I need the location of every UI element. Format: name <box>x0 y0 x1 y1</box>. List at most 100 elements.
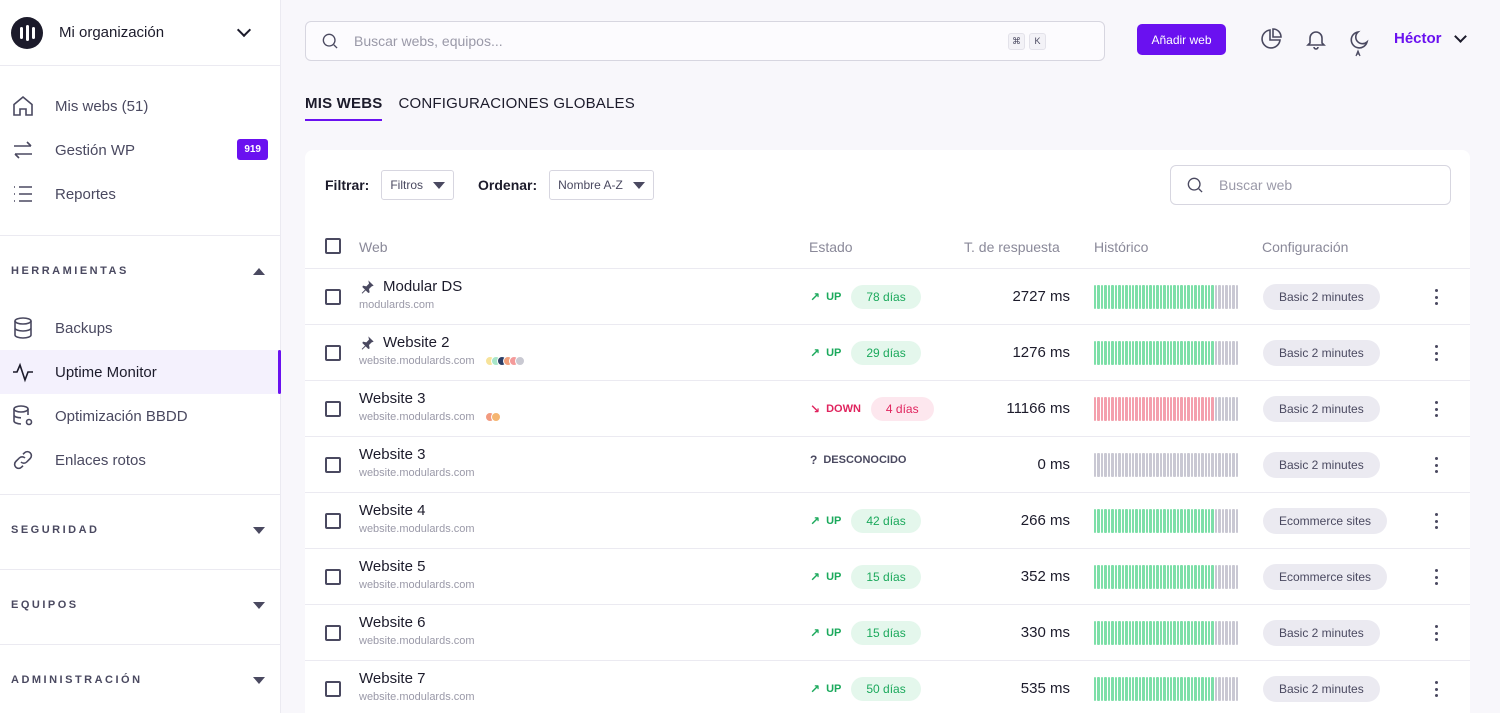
section-header-herramientas[interactable]: HERRAMIENTAS <box>0 236 280 306</box>
web-name[interactable]: Website 3 <box>359 446 425 463</box>
web-url-text: website.modulards.com <box>359 467 475 479</box>
status-label: UP <box>826 627 842 639</box>
team-avatars <box>484 356 525 366</box>
web-name[interactable]: Website 2 <box>359 334 449 351</box>
config-badge[interactable]: Basic 2 minutes <box>1263 676 1380 702</box>
sidebar-item-reportes[interactable]: Reportes <box>0 172 280 216</box>
web-url: website.modulards.com <box>359 355 525 367</box>
sidebar-item-optimizacion-bbdd[interactable]: Optimización BBDD <box>0 394 280 438</box>
web-search-input[interactable] <box>1219 177 1400 193</box>
config-badge[interactable]: Basic 2 minutes <box>1263 452 1380 478</box>
row-checkbox[interactable] <box>325 681 341 697</box>
status-label: UP <box>826 683 842 695</box>
more-options-icon[interactable] <box>1431 401 1441 417</box>
order-select-value: Nombre A-Z <box>558 178 623 192</box>
row-checkbox[interactable] <box>325 457 341 473</box>
history-bars <box>1094 677 1239 701</box>
config-badge[interactable]: Basic 2 minutes <box>1263 620 1380 646</box>
status-badge: ↗ UP 15 días <box>810 621 921 645</box>
more-options-icon[interactable] <box>1431 513 1441 529</box>
header-configuracion[interactable]: Configuración <box>1262 239 1348 255</box>
pin-icon[interactable] <box>359 279 375 295</box>
web-name[interactable]: Website 5 <box>359 558 425 575</box>
table-row[interactable]: Website 6 website.modulards.com ↗ UP 15 días… <box>305 605 1470 661</box>
chevron-down-icon[interactable] <box>236 22 252 38</box>
more-options-icon[interactable] <box>1431 345 1441 361</box>
web-name[interactable]: Website 3 <box>359 390 425 407</box>
table-row[interactable]: Website 7 website.modulards.com ↗ UP 50 días… <box>305 661 1470 713</box>
sidebar-item-enlaces-rotos[interactable]: Enlaces rotos <box>0 438 280 482</box>
section-header-seguridad[interactable]: SEGURIDAD <box>0 495 280 565</box>
web-search[interactable] <box>1170 165 1451 205</box>
table-row[interactable]: Website 3 website.modulards.com? DESCONOCI… <box>305 437 1470 493</box>
config-badge[interactable]: Basic 2 minutes <box>1263 340 1380 366</box>
web-name[interactable]: Website 6 <box>359 614 425 631</box>
org-name: Mi organización <box>59 24 165 41</box>
table-row[interactable]: Website 5 website.modulards.com ↗ UP 15 días… <box>305 549 1470 605</box>
web-url-text: website.modulards.com <box>359 411 475 423</box>
pin-icon[interactable] <box>359 335 375 351</box>
filter-bar: Filtrar: Filtros Ordenar: Nombre A-Z <box>325 170 654 200</box>
header-estado[interactable]: Estado <box>809 239 853 255</box>
administracion-section: ADMINISTRACIÓN <box>0 645 280 713</box>
tab-mis-webs[interactable]: MIS WEBS <box>305 95 383 121</box>
row-checkbox[interactable] <box>325 569 341 585</box>
tab-configuraciones-globales[interactable]: CONFIGURACIONES GLOBALES <box>398 95 635 121</box>
sidebar-item-uptime-monitor[interactable]: Uptime Monitor <box>0 350 281 394</box>
row-checkbox[interactable] <box>325 513 341 529</box>
web-name[interactable]: Modular DS <box>359 278 462 295</box>
select-all-checkbox[interactable] <box>325 238 341 254</box>
seguridad-section: SEGURIDAD <box>0 495 280 570</box>
row-checkbox[interactable] <box>325 345 341 361</box>
web-url-text: website.modulards.com <box>359 635 475 647</box>
more-options-icon[interactable] <box>1431 289 1441 305</box>
more-options-icon[interactable] <box>1431 569 1441 585</box>
org-logo <box>11 16 43 49</box>
order-select[interactable]: Nombre A-Z <box>549 170 654 200</box>
sidebar-item-mis-webs[interactable]: Mis webs (51) <box>0 84 280 128</box>
global-search-input[interactable] <box>354 33 1004 49</box>
config-badge[interactable]: Ecommerce sites <box>1263 508 1388 534</box>
web-name[interactable]: Website 4 <box>359 502 425 519</box>
more-options-icon[interactable] <box>1431 625 1441 641</box>
sidebar-item-gestion-wp[interactable]: Gestión WP 919 <box>0 128 280 172</box>
table-row[interactable]: Website 3 website.modulards.com ↘ DOWN 4 día… <box>305 381 1470 437</box>
team-avatars <box>484 412 501 422</box>
section-title: HERRAMIENTAS <box>11 265 129 277</box>
more-options-icon[interactable] <box>1431 681 1441 697</box>
sidebar-item-backups[interactable]: Backups <box>0 306 280 350</box>
config-badge[interactable]: Basic 2 minutes <box>1263 284 1380 310</box>
row-checkbox[interactable] <box>325 401 341 417</box>
bell-icon[interactable] <box>1304 27 1328 51</box>
table-row[interactable]: Website 4 website.modulards.com ↗ UP 42 días… <box>305 493 1470 549</box>
header-respuesta[interactable]: T. de respuesta <box>964 239 1060 255</box>
moon-auto-icon[interactable] <box>1348 27 1372 57</box>
table-row[interactable]: Modular DS modulards.com ↗ UP 78 días 2727 ms… <box>305 269 1470 325</box>
filter-select[interactable]: Filtros <box>381 170 455 200</box>
status-badge: ↗ UP 78 días <box>810 285 921 309</box>
global-search[interactable]: ⌘ K <box>305 21 1105 61</box>
row-checkbox[interactable] <box>325 289 341 305</box>
config-badge[interactable]: Ecommerce sites <box>1263 564 1388 590</box>
config-badge[interactable]: Basic 2 minutes <box>1263 396 1380 422</box>
search-icon <box>1187 177 1203 193</box>
status-arrow-icon: ? <box>810 453 818 467</box>
caret-up-icon <box>253 267 265 275</box>
add-web-button[interactable]: Añadir web <box>1137 24 1226 55</box>
response-time: 266 ms <box>1020 512 1070 529</box>
sidebar-item-label: Gestión WP <box>55 141 136 159</box>
org-switcher[interactable]: Mi organización <box>0 0 280 66</box>
table-row[interactable]: Website 2 website.modulards.com ↗ UP 29 días… <box>305 325 1470 381</box>
section-title: EQUIPOS <box>11 599 79 611</box>
pie-chart-icon[interactable] <box>1259 27 1283 51</box>
section-header-equipos[interactable]: EQUIPOS <box>0 570 280 640</box>
web-name[interactable]: Website 7 <box>359 670 425 687</box>
row-checkbox[interactable] <box>325 625 341 641</box>
sidebar-item-label: Enlaces rotos <box>55 451 146 469</box>
header-web[interactable]: Web <box>359 239 388 255</box>
user-menu[interactable]: Héctor <box>1394 29 1467 47</box>
status-label: DESCONOCIDO <box>823 454 907 466</box>
more-options-icon[interactable] <box>1431 457 1441 473</box>
section-header-administracion[interactable]: ADMINISTRACIÓN <box>0 645 280 713</box>
web-name-text: Website 7 <box>359 670 426 687</box>
